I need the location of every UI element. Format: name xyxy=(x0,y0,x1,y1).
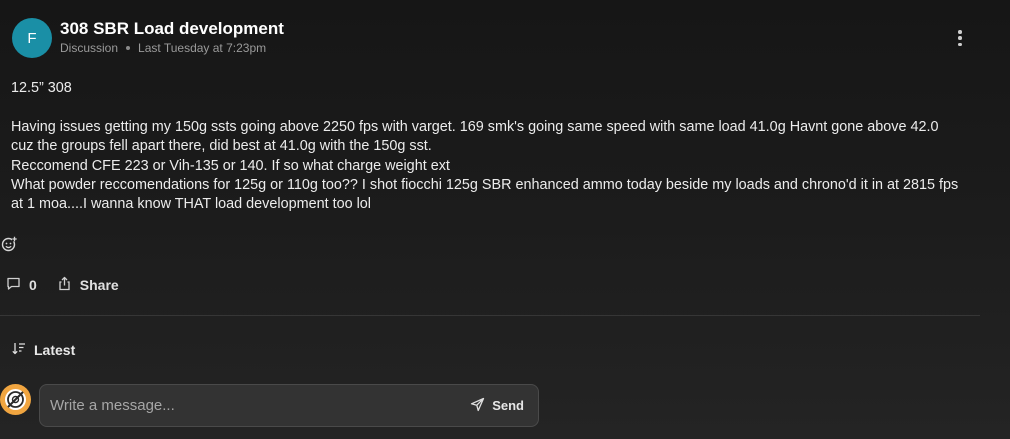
post-page: F 308 SBR Load development Discussion La… xyxy=(0,0,1010,439)
comment-count: 0 xyxy=(29,277,37,293)
send-icon xyxy=(470,397,485,415)
comment-icon xyxy=(6,276,21,294)
post-title: 308 SBR Load development xyxy=(60,18,284,38)
post-meta: 308 SBR Load development Discussion Last… xyxy=(60,19,284,55)
share-button[interactable]: Share xyxy=(57,276,119,294)
author-avatar[interactable]: F xyxy=(12,18,52,58)
message-input[interactable] xyxy=(50,397,471,414)
sort-label: Latest xyxy=(34,342,76,358)
sort-descending-icon xyxy=(11,341,26,359)
post-header: F 308 SBR Load development Discussion La… xyxy=(12,18,284,58)
post-body-line: cuz the groups fell apart there, did bes… xyxy=(11,138,432,155)
post-body-line: Having issues getting my 150g ssts going… xyxy=(11,118,939,135)
divider xyxy=(0,315,980,316)
message-composer: Send xyxy=(39,384,539,427)
post-subline: Discussion Last Tuesday at 7:23pm xyxy=(60,41,284,55)
share-label: Share xyxy=(79,277,119,293)
send-label: Send xyxy=(492,398,524,413)
post-body-line: Reccomend CFE 223 or Vih-135 or 140. If … xyxy=(11,157,450,174)
sort-button[interactable]: Latest xyxy=(11,341,75,359)
post-body-line: 12.5” 308 xyxy=(11,80,72,96)
share-icon xyxy=(57,276,72,294)
user-avatar[interactable] xyxy=(0,384,31,415)
avatar-initial: F xyxy=(27,29,37,47)
comment-button[interactable]: 0 xyxy=(6,276,37,294)
post-category[interactable]: Discussion xyxy=(60,41,118,55)
post-body: 12.5” 308 Having issues getting my 150g … xyxy=(11,79,1001,215)
post-actions: 0 Share xyxy=(6,276,119,294)
kebab-menu-icon[interactable] xyxy=(952,28,968,48)
add-reaction-icon[interactable] xyxy=(1,236,17,252)
post-body-line: at 1 moa....I wanna know THAT load devel… xyxy=(11,196,371,213)
separator-dot xyxy=(126,45,131,50)
post-body-line: What powder reccomendations for 125g or … xyxy=(11,177,959,194)
post-timestamp: Last Tuesday at 7:23pm xyxy=(138,40,267,55)
send-button[interactable]: Send xyxy=(470,397,524,415)
